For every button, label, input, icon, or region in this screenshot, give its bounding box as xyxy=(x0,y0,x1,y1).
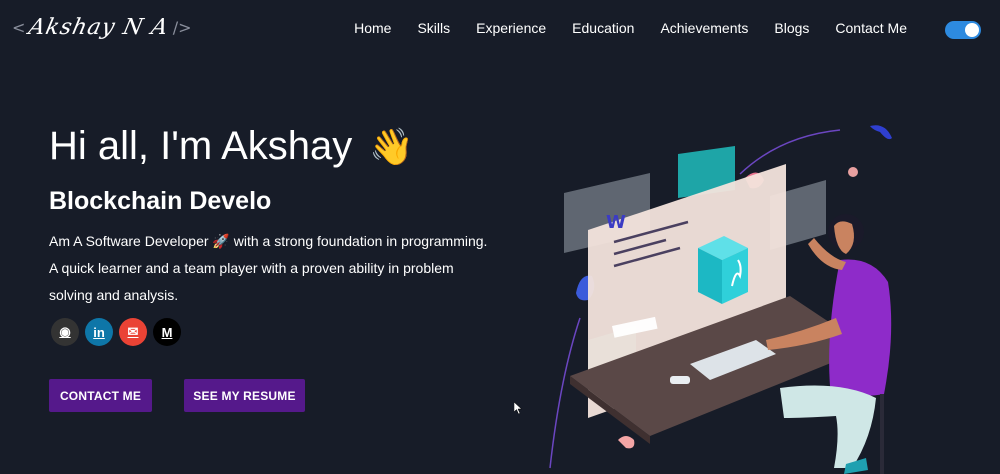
logo-signature: Akshay N A xyxy=(26,14,172,40)
developer-illustration: W xyxy=(549,125,892,474)
greeting-text: Hi all, I'm Akshay xyxy=(49,124,353,168)
main-nav: Home Skills Experience Education Achieve… xyxy=(342,18,920,38)
github-icon[interactable]: ◉ xyxy=(51,318,79,346)
logo-close-bracket: /> xyxy=(172,17,192,37)
blue-blob-shape xyxy=(870,125,892,140)
nav-blogs[interactable]: Blogs xyxy=(761,18,822,38)
mouse-cursor-icon xyxy=(514,402,522,414)
medium-icon[interactable]: M xyxy=(153,318,181,346)
nav-achievements[interactable]: Achievements xyxy=(647,18,761,38)
nav-contact-me[interactable]: Contact Me xyxy=(822,18,920,38)
nav-home[interactable]: Home xyxy=(341,18,404,38)
hero-greeting: Hi all, I'm Akshay 👋 xyxy=(49,124,414,169)
screen-logo-letter: W xyxy=(606,212,626,233)
theme-toggle[interactable] xyxy=(945,21,981,39)
wave-hand-icon: 👋 xyxy=(369,126,415,167)
nav-experience[interactable]: Experience xyxy=(463,18,559,38)
person-legs xyxy=(780,385,876,468)
social-links: ◉ in ✉ M xyxy=(51,318,181,346)
site-header: < Akshay N A /> Home Skills Experience E… xyxy=(0,0,1000,58)
pink-bean-shape xyxy=(618,436,635,449)
purple-curve-line-top xyxy=(739,129,841,175)
contact-me-button[interactable]: CONTACT ME xyxy=(49,379,152,412)
hero-description: Am A Software Developer 🚀 with a strong … xyxy=(49,233,488,303)
logo-open-bracket: < xyxy=(12,17,26,37)
nav-education[interactable]: Education xyxy=(559,18,647,38)
see-resume-button[interactable]: SEE MY RESUME xyxy=(184,379,305,412)
theme-toggle-knob xyxy=(965,23,979,37)
hero-subtitle: Blockchain Develo xyxy=(49,187,272,215)
purple-curve-line xyxy=(549,317,581,469)
logo[interactable]: < Akshay N A /> xyxy=(12,10,192,44)
mail-icon[interactable]: ✉ xyxy=(119,318,147,346)
mouse xyxy=(670,376,690,384)
nav-skills[interactable]: Skills xyxy=(404,18,463,38)
pink-dot-shape xyxy=(848,167,858,177)
linkedin-icon[interactable]: in xyxy=(85,318,113,346)
